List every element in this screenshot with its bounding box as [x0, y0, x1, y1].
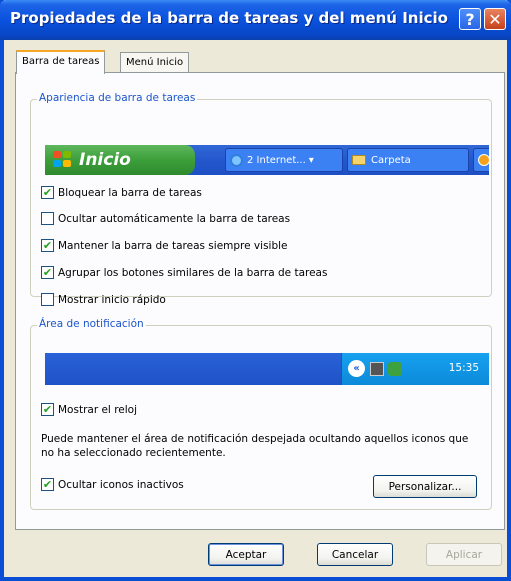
checkbox-row-lock-taskbar[interactable]: ✔ Bloquear la barra de tareas	[41, 186, 202, 199]
appearance-group: Apariencia de barra de tareas Inicio 2 I…	[30, 92, 492, 306]
network-icon	[370, 362, 384, 376]
folder-icon	[352, 155, 366, 165]
show-clock-checkbox[interactable]: ✔	[41, 403, 54, 416]
taskbar-preview: Inicio 2 Internet... ▾ Carpeta	[45, 145, 489, 175]
lock-taskbar-label: Bloquear la barra de tareas	[58, 186, 202, 199]
notification-legend: Área de notificación	[37, 318, 146, 330]
windows-flag-icon	[53, 151, 73, 169]
tab-panel: Apariencia de barra de tareas Inicio 2 I…	[15, 72, 505, 530]
close-button[interactable]: ✕	[484, 8, 506, 30]
help-button[interactable]: ?	[459, 8, 481, 30]
appearance-legend: Apariencia de barra de tareas	[37, 92, 198, 104]
quick-launch-label: Mostrar inicio rápido	[58, 293, 166, 306]
checkbox-row-quick-launch[interactable]: Mostrar inicio rápido	[41, 293, 166, 306]
always-on-top-checkbox[interactable]: ✔	[41, 239, 54, 252]
notification-description: Puede mantener el área de notificación d…	[41, 433, 469, 459]
auto-hide-checkbox[interactable]	[41, 212, 54, 225]
cancel-button[interactable]: Cancelar	[317, 543, 393, 566]
volume-icon	[388, 362, 402, 376]
checkbox-row-group-buttons[interactable]: ✔ Agrupar los botones similares de la ba…	[41, 266, 327, 279]
apply-button[interactable]: Aplicar	[426, 543, 502, 566]
tab-barra-de-tareas[interactable]: Barra de tareas	[16, 50, 106, 74]
taskbar-item-internet: 2 Internet... ▾	[225, 148, 343, 172]
clock-preview: 15:35	[448, 362, 479, 374]
start-button-preview: Inicio	[45, 145, 195, 175]
chevron-down-icon: ▾	[308, 154, 314, 166]
customize-button[interactable]: Personalizar...	[373, 475, 477, 498]
taskbar-item-internet-label: 2 Internet...	[247, 154, 306, 166]
show-clock-label: Mostrar el reloj	[58, 403, 137, 416]
start-label: Inicio	[79, 150, 131, 170]
checkbox-row-auto-hide[interactable]: Ocultar automáticamente la barra de tare…	[41, 212, 290, 225]
taskbar-item-carpeta-label: Carpeta	[371, 154, 411, 166]
checkbox-row-show-clock[interactable]: ✔ Mostrar el reloj	[41, 403, 137, 416]
taskbar-item-media	[473, 148, 489, 172]
window-title: Propiedades de la barra de tareas y del …	[10, 9, 448, 27]
auto-hide-label: Ocultar automáticamente la barra de tare…	[58, 212, 291, 225]
group-buttons-label: Agrupar los botones similares de la barr…	[58, 266, 328, 279]
taskbar-item-carpeta: Carpeta	[347, 148, 469, 172]
ie-icon	[230, 153, 243, 167]
quick-launch-checkbox[interactable]	[41, 293, 54, 306]
hide-inactive-label: Ocultar iconos inactivos	[58, 478, 184, 491]
expand-tray-icon: «	[348, 360, 365, 377]
lock-taskbar-checkbox[interactable]: ✔	[41, 186, 54, 199]
ok-button[interactable]: Aceptar	[208, 543, 284, 566]
system-tray: « 15:35	[341, 353, 489, 385]
tab-menu-inicio[interactable]: Menú Inicio	[120, 52, 190, 72]
always-on-top-label: Mantener la barra de tareas siempre visi…	[58, 239, 288, 252]
checkbox-row-hide-inactive[interactable]: ✔ Ocultar iconos inactivos	[41, 478, 184, 491]
group-buttons-checkbox[interactable]: ✔	[41, 266, 54, 279]
notification-area-preview: « 15:35	[45, 353, 489, 385]
hide-inactive-checkbox[interactable]: ✔	[41, 478, 54, 491]
media-player-icon	[478, 154, 489, 166]
notification-group: Área de notificación « 15:35 ✔ Mostrar e…	[30, 318, 492, 510]
title-bar[interactable]: Propiedades de la barra de tareas y del …	[0, 0, 511, 40]
checkbox-row-always-on-top[interactable]: ✔ Mantener la barra de tareas siempre vi…	[41, 239, 288, 252]
dialog-window: Propiedades de la barra de tareas y del …	[0, 0, 511, 581]
